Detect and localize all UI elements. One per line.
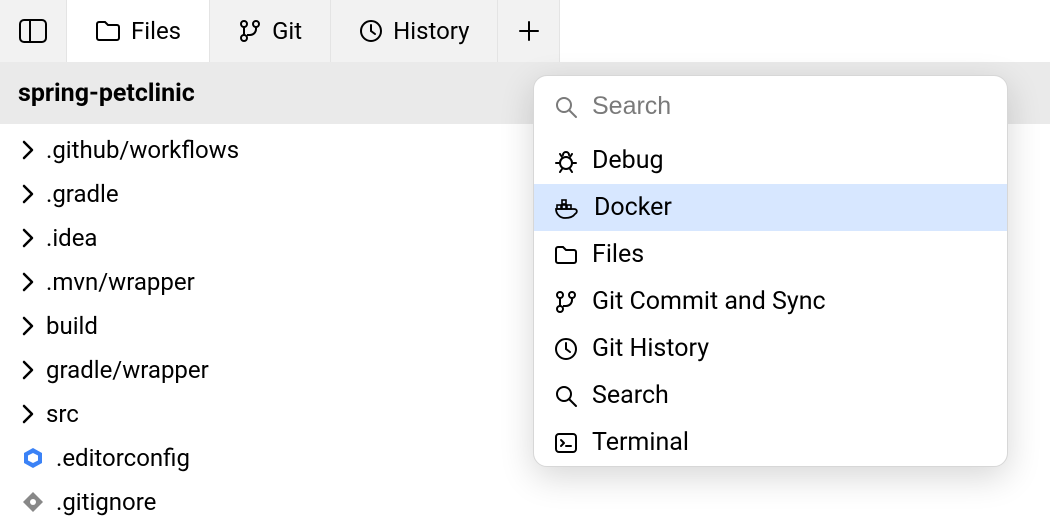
popup-item-terminal[interactable]: Terminal	[534, 419, 1007, 466]
clock-icon	[359, 19, 383, 43]
chevron-right-icon	[22, 316, 34, 336]
popup-item-git-history[interactable]: Git History	[534, 325, 1007, 372]
tree-row-label: .gradle	[46, 180, 119, 208]
editorconfig-icon	[22, 447, 44, 469]
chevron-right-icon	[22, 140, 34, 160]
tree-row-label: .mvn/wrapper	[46, 268, 195, 296]
folder-icon	[554, 245, 578, 265]
chevron-right-icon	[22, 404, 34, 424]
tab-label: History	[393, 17, 469, 45]
popup-item-search[interactable]: Search	[534, 372, 1007, 419]
search-icon	[554, 95, 578, 119]
tab-label: Files	[131, 17, 181, 45]
panel-toggle-button[interactable]	[0, 0, 67, 62]
popup-item-label: Terminal	[592, 428, 689, 457]
gitignore-icon	[22, 491, 44, 513]
panel-icon	[19, 19, 47, 43]
terminal-icon	[554, 432, 578, 454]
tab-files[interactable]: Files	[67, 0, 210, 62]
popup-item-files[interactable]: Files	[534, 231, 1007, 278]
tab-bar: Files Git History	[0, 0, 1050, 62]
popup-item-label: Git History	[592, 334, 709, 363]
folder-icon	[95, 20, 121, 42]
search-icon	[554, 384, 578, 408]
tree-row-label: build	[46, 312, 98, 340]
docker-icon	[554, 197, 580, 219]
bug-icon	[554, 149, 578, 173]
tree-row-label: .github/workflows	[46, 136, 239, 164]
plus-icon	[518, 20, 540, 42]
popup-search-input[interactable]	[592, 92, 987, 121]
popup-list: Debug Docker Files Git Commit and Sync G…	[534, 137, 1007, 466]
chevron-right-icon	[22, 228, 34, 248]
popup-item-debug[interactable]: Debug	[534, 137, 1007, 184]
popup-item-label: Files	[592, 240, 644, 269]
tab-git[interactable]: Git	[210, 0, 331, 62]
add-tab-button[interactable]	[498, 0, 560, 62]
popup-search-row	[534, 76, 1007, 137]
tree-row[interactable]: .gitignore	[0, 480, 1050, 520]
project-name-label: spring-petclinic	[18, 79, 195, 108]
tree-row-label: .gitignore	[56, 488, 156, 516]
popup-item-git-commit-sync[interactable]: Git Commit and Sync	[534, 278, 1007, 325]
tab-history[interactable]: History	[331, 0, 498, 62]
popup-item-label: Search	[592, 381, 669, 410]
tree-row-label: gradle/wrapper	[46, 356, 209, 384]
tree-row-label: src	[46, 400, 79, 428]
popup-item-docker[interactable]: Docker	[534, 184, 1007, 231]
chevron-right-icon	[22, 360, 34, 380]
chevron-right-icon	[22, 272, 34, 292]
popup-item-label: Git Commit and Sync	[592, 287, 826, 316]
chevron-right-icon	[22, 184, 34, 204]
clock-icon	[554, 337, 578, 361]
toolbar-rest	[560, 0, 1050, 62]
popup-item-label: Docker	[594, 193, 672, 222]
git-branch-icon	[238, 19, 262, 43]
tree-row-label: .editorconfig	[56, 444, 190, 472]
add-tool-popup: Debug Docker Files Git Commit and Sync G…	[533, 75, 1008, 467]
popup-item-label: Debug	[592, 146, 664, 175]
tab-label: Git	[272, 17, 302, 45]
git-branch-icon	[554, 290, 578, 314]
tree-row-label: .idea	[46, 224, 97, 252]
